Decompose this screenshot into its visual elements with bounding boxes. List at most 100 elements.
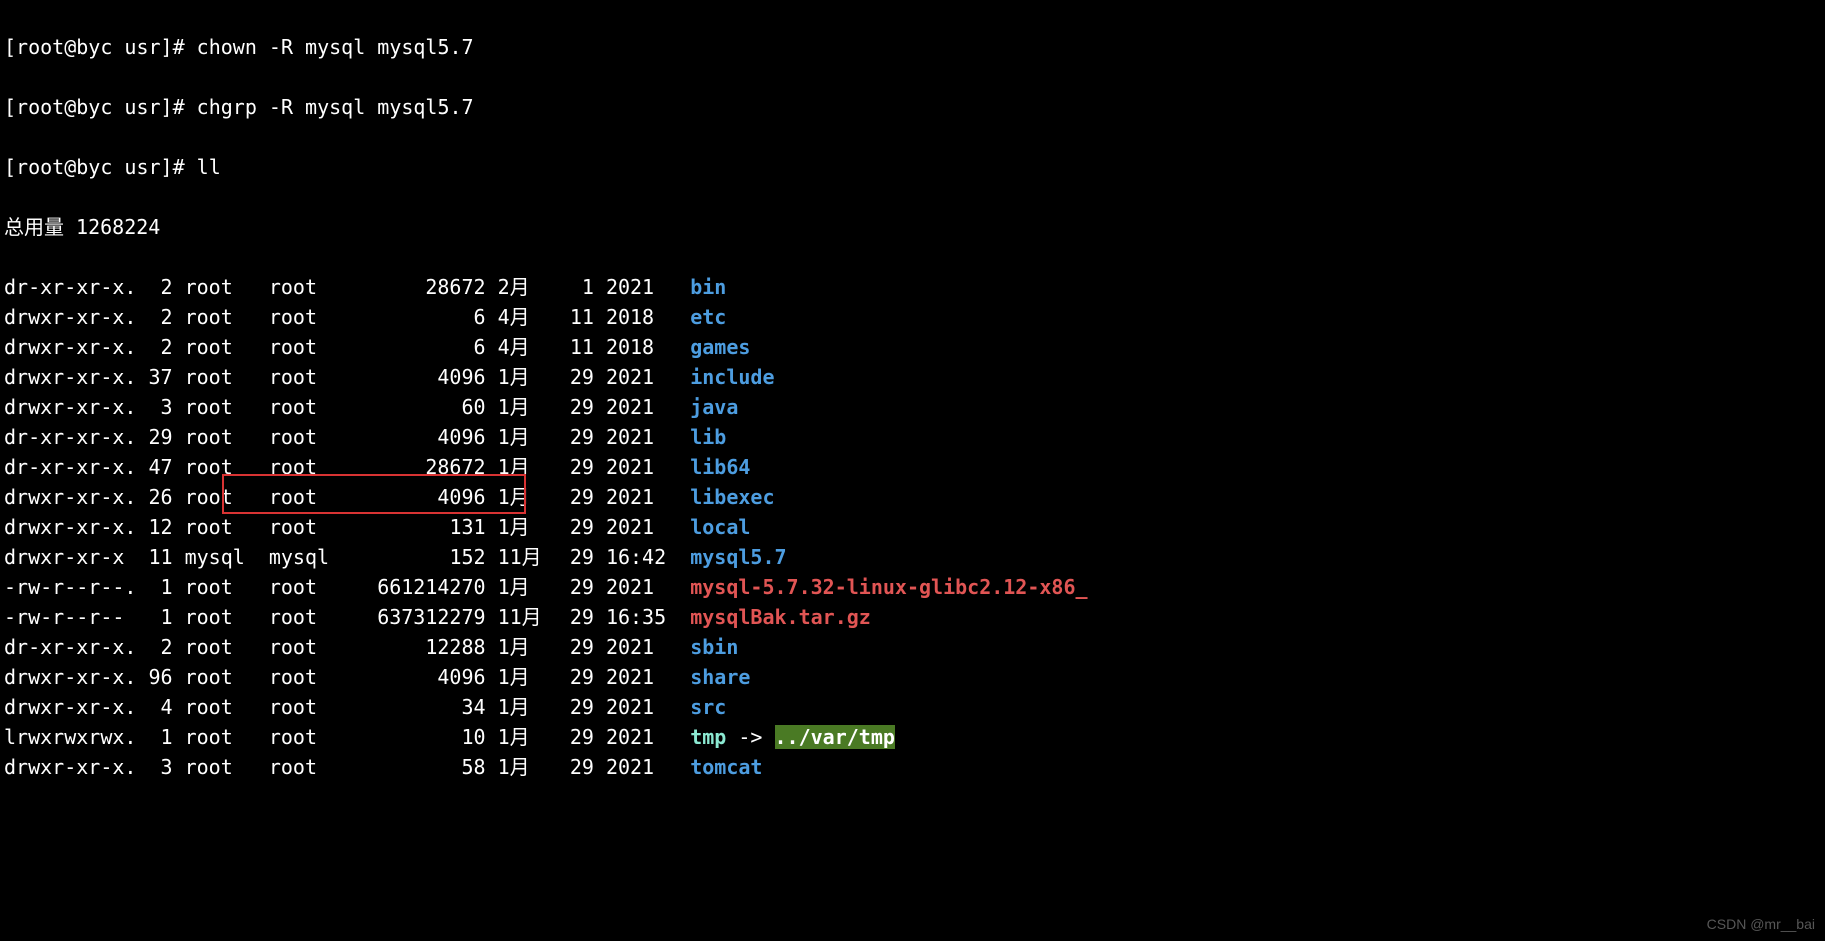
day: 29 [534,362,594,392]
month: 1月 [486,662,534,692]
time-or-year: 2021 [594,572,678,602]
permissions: lrwxrwxrwx. [4,722,136,752]
day: 29 [534,752,594,782]
permissions: -rw-r--r-- [4,602,136,632]
day: 29 [534,572,594,602]
file-name: etc [678,302,726,332]
group: root [257,272,341,302]
link-count: 29 [136,422,172,452]
link-count: 1 [136,602,172,632]
file-name: mysqlBak.tar.gz [678,602,871,632]
time-or-year: 2021 [594,752,678,782]
time-or-year: 2021 [594,422,678,452]
file-name: tmp [678,722,726,752]
permissions: dr-xr-xr-x. [4,422,136,452]
month: 1月 [486,452,534,482]
time-or-year: 2021 [594,722,678,752]
file-name: lib [678,422,726,452]
link-count: 3 [136,392,172,422]
owner: root [173,302,257,332]
time-or-year: 2021 [594,632,678,662]
group: root [257,332,341,362]
link-count: 2 [136,302,172,332]
permissions: drwxr-xr-x. [4,512,136,542]
command-line-chgrp: [root@byc usr]# chgrp -R mysql mysql5.7 [4,92,1821,122]
owner: root [173,452,257,482]
size: 4096 [341,482,485,512]
group: root [257,452,341,482]
month: 1月 [486,632,534,662]
month: 1月 [486,752,534,782]
group: root [257,572,341,602]
owner: root [173,722,257,752]
command-text: chown -R mysql mysql5.7 [197,35,474,59]
time-or-year: 2021 [594,482,678,512]
symlink-arrow: -> [726,725,774,749]
size: 58 [341,752,485,782]
permissions: dr-xr-xr-x. [4,452,136,482]
file-listing: dr-xr-xr-x.2rootroot286722月12021bindrwxr… [4,272,1821,782]
size: 12288 [341,632,485,662]
owner: root [173,662,257,692]
file-name: bin [678,272,726,302]
month: 1月 [486,722,534,752]
group: root [257,692,341,722]
time-or-year: 2018 [594,302,678,332]
owner: root [173,512,257,542]
month: 1月 [486,512,534,542]
link-count: 4 [136,692,172,722]
group: root [257,632,341,662]
permissions: drwxr-xr-x. [4,662,136,692]
permissions: drwxr-xr-x. [4,392,136,422]
link-count: 47 [136,452,172,482]
time-or-year: 16:35 [594,602,678,632]
owner: root [173,272,257,302]
command-text: chgrp -R mysql mysql5.7 [197,95,474,119]
time-or-year: 16:42 [594,542,678,572]
link-count: 26 [136,482,172,512]
size: 637312279 [341,602,485,632]
permissions: drwxr-xr-x. [4,302,136,332]
listing-row: -rw-r--r-- 1rootroot63731227911月2916:35m… [4,602,1821,632]
owner: root [173,422,257,452]
size: 661214270 [341,572,485,602]
month: 1月 [486,362,534,392]
terminal-output[interactable]: [root@byc usr]# chown -R mysql mysql5.7 … [0,0,1825,941]
day: 1 [534,272,594,302]
size: 10 [341,722,485,752]
listing-row: drwxr-xr-x.3rootroot581月292021tomcat [4,752,1821,782]
month: 1月 [486,392,534,422]
time-or-year: 2021 [594,392,678,422]
time-or-year: 2021 [594,662,678,692]
group: root [257,752,341,782]
month: 11月 [486,602,534,632]
prompt: [root@byc usr]# [4,95,197,119]
month: 11月 [486,542,534,572]
day: 29 [534,662,594,692]
listing-row: lrwxrwxrwx.1rootroot101月292021tmp -> ../… [4,722,1821,752]
permissions: -rw-r--r--. [4,572,136,602]
file-name: java [678,392,738,422]
listing-row: drwxr-xr-x.37rootroot40961月292021include [4,362,1821,392]
group: root [257,662,341,692]
group: root [257,512,341,542]
listing-row: drwxr-xr-x.4rootroot341月292021src [4,692,1821,722]
day: 29 [534,422,594,452]
day: 29 [534,452,594,482]
listing-row: dr-xr-xr-x.2rootroot122881月292021sbin [4,632,1821,662]
time-or-year: 2018 [594,332,678,362]
time-or-year: 2021 [594,692,678,722]
prompt: [root@byc usr]# [4,155,197,179]
file-name: libexec [678,482,774,512]
listing-row: drwxr-xr-x.2rootroot64月112018games [4,332,1821,362]
link-count: 1 [136,722,172,752]
total-line: 总用量 1268224 [4,212,1821,242]
group: root [257,422,341,452]
watermark: CSDN @mr__bai [1707,914,1815,935]
file-name: src [678,692,726,722]
permissions: drwxr-xr-x. [4,752,136,782]
permissions: drwxr-xr-x. [4,332,136,362]
owner: root [173,332,257,362]
permissions: dr-xr-xr-x. [4,632,136,662]
link-count: 11 [136,542,172,572]
